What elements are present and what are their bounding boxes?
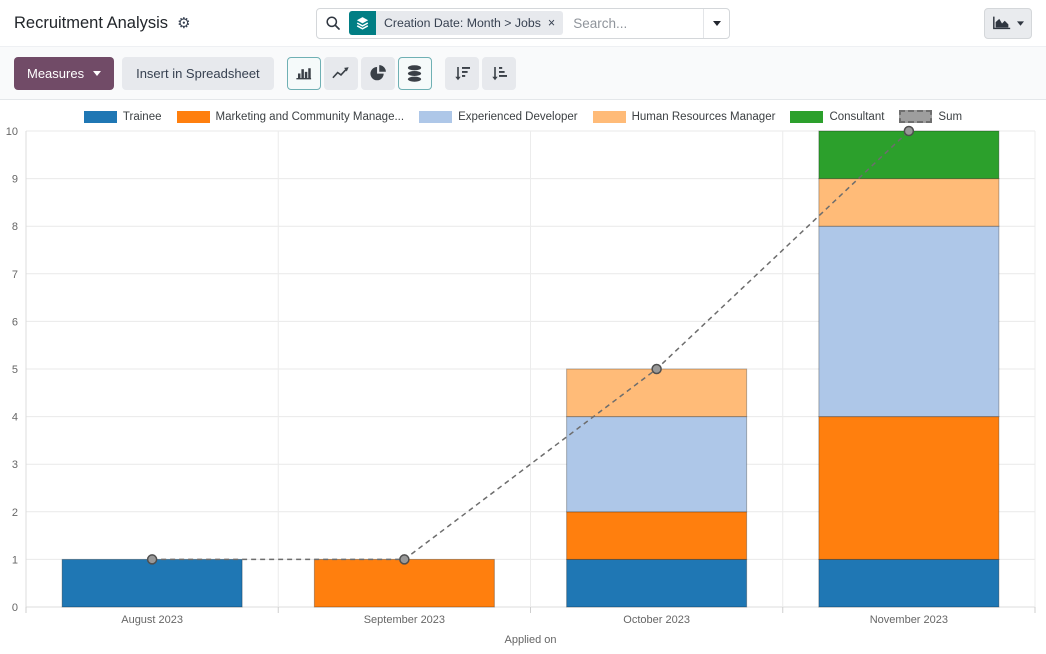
chart-legend: Trainee Marketing and Community Manage...…: [0, 110, 1046, 123]
bar-segment[interactable]: [567, 512, 747, 560]
sort-asc-button[interactable]: [482, 57, 516, 90]
gear-icon[interactable]: ⚙: [177, 16, 190, 31]
y-tick-label: 0: [12, 602, 18, 614]
search-facet[interactable]: Creation Date: Month > Jobs ×: [349, 11, 563, 35]
bar-segment[interactable]: [819, 179, 999, 227]
bar-segment[interactable]: [819, 559, 999, 607]
x-tick-label: November 2023: [870, 614, 948, 626]
y-tick-label: 2: [12, 507, 18, 519]
legend-swatch: [84, 111, 117, 123]
chart-type-group: [287, 57, 432, 90]
bar-segment[interactable]: [62, 559, 242, 607]
view-switcher-graph-button[interactable]: [984, 8, 1032, 39]
sum-point[interactable]: [400, 555, 409, 564]
legend-label: Sum: [938, 111, 962, 123]
sum-point[interactable]: [652, 365, 661, 374]
pie-chart-button[interactable]: [361, 57, 395, 90]
graph-toolbar: Measures Insert in Spreadsheet: [0, 46, 1046, 100]
y-tick-label: 3: [12, 459, 18, 471]
facet-body: Creation Date: Month > Jobs ×: [376, 11, 563, 35]
line-chart-icon: [331, 65, 350, 81]
y-tick-label: 10: [6, 126, 18, 138]
x-axis-title: Applied on: [505, 634, 557, 646]
y-tick-label: 4: [12, 412, 18, 424]
sort-desc-icon: [453, 65, 471, 81]
bar-segment[interactable]: [567, 417, 747, 512]
search-dropdown-toggle[interactable]: [703, 9, 729, 38]
y-tick-label: 1: [12, 554, 18, 566]
legend-swatch: [419, 111, 452, 123]
legend-swatch: [177, 111, 210, 123]
y-tick-label: 7: [12, 269, 18, 281]
search-bar: Creation Date: Month > Jobs ×: [316, 8, 730, 39]
bar-segment[interactable]: [567, 559, 747, 607]
bar-segment[interactable]: [314, 559, 494, 607]
y-tick-label: 9: [12, 174, 18, 186]
search-main: Creation Date: Month > Jobs ×: [317, 9, 703, 38]
legend-label: Experienced Developer: [458, 111, 578, 123]
recruitment-chart: 0 1 2 3 4 5 6 7 8 9 10 August 2023 September 2023 Oct…: [0, 100, 1046, 654]
legend-label: Human Resources Manager: [632, 111, 776, 123]
legend-label: Marketing and Community Manage...: [216, 111, 405, 123]
legend-item-sum[interactable]: Sum: [899, 110, 962, 123]
line-chart-button[interactable]: [324, 57, 358, 90]
legend-item-marketing-and-community-manage[interactable]: Marketing and Community Manage...: [177, 111, 405, 123]
bar-segment[interactable]: [819, 131, 999, 179]
stacked-toggle-button[interactable]: [398, 57, 432, 90]
insert-in-spreadsheet-button[interactable]: Insert in Spreadsheet: [122, 57, 274, 90]
pie-chart-icon: [369, 64, 387, 82]
facet-label: Creation Date: Month > Jobs: [384, 16, 541, 30]
measures-button[interactable]: Measures: [14, 57, 114, 90]
legend-item-experienced-developer[interactable]: Experienced Developer: [419, 111, 578, 123]
sort-desc-button[interactable]: [445, 57, 479, 90]
x-tick-label: August 2023: [121, 614, 183, 626]
search-icon: [325, 15, 341, 31]
x-tick-label: October 2023: [623, 614, 690, 626]
y-tick-label: 6: [12, 316, 18, 328]
legend-swatch: [593, 111, 626, 123]
sort-asc-icon: [490, 65, 508, 81]
y-tick-label: 5: [12, 364, 18, 376]
measures-label: Measures: [27, 66, 84, 81]
x-tick-label: September 2023: [364, 614, 445, 626]
stacked-icon: [406, 64, 423, 83]
search-input[interactable]: [571, 15, 695, 32]
bar-chart-button[interactable]: [287, 57, 321, 90]
bar-segment[interactable]: [819, 417, 999, 560]
legend-item-trainee[interactable]: Trainee: [84, 111, 162, 123]
header-right: [730, 8, 1032, 39]
sum-point[interactable]: [904, 127, 913, 136]
caret-down-icon: [713, 21, 721, 26]
bar-segment[interactable]: [819, 226, 999, 416]
legend-item-consultant[interactable]: Consultant: [790, 111, 884, 123]
bar-chart-icon: [294, 65, 313, 81]
header: Recruitment Analysis ⚙ Creation Date: Mo…: [0, 0, 1046, 46]
chart-area: Trainee Marketing and Community Manage...…: [0, 100, 1046, 654]
legend-label: Consultant: [829, 111, 884, 123]
page-title: Recruitment Analysis: [14, 14, 168, 33]
group-by-icon: [349, 11, 376, 35]
legend-item-human-resources-manager[interactable]: Human Resources Manager: [593, 111, 776, 123]
graph-view-icon: [992, 15, 1012, 31]
caret-down-icon: [1017, 21, 1024, 26]
header-left: Recruitment Analysis ⚙: [14, 14, 316, 33]
legend-swatch: [790, 111, 823, 123]
sum-point[interactable]: [148, 555, 157, 564]
y-tick-label: 8: [12, 221, 18, 233]
legend-label: Trainee: [123, 111, 162, 123]
bar-segment[interactable]: [567, 369, 747, 417]
facet-close-icon[interactable]: ×: [548, 17, 555, 30]
legend-swatch: [899, 110, 932, 123]
sort-group: [445, 57, 516, 90]
caret-down-icon: [93, 71, 101, 76]
